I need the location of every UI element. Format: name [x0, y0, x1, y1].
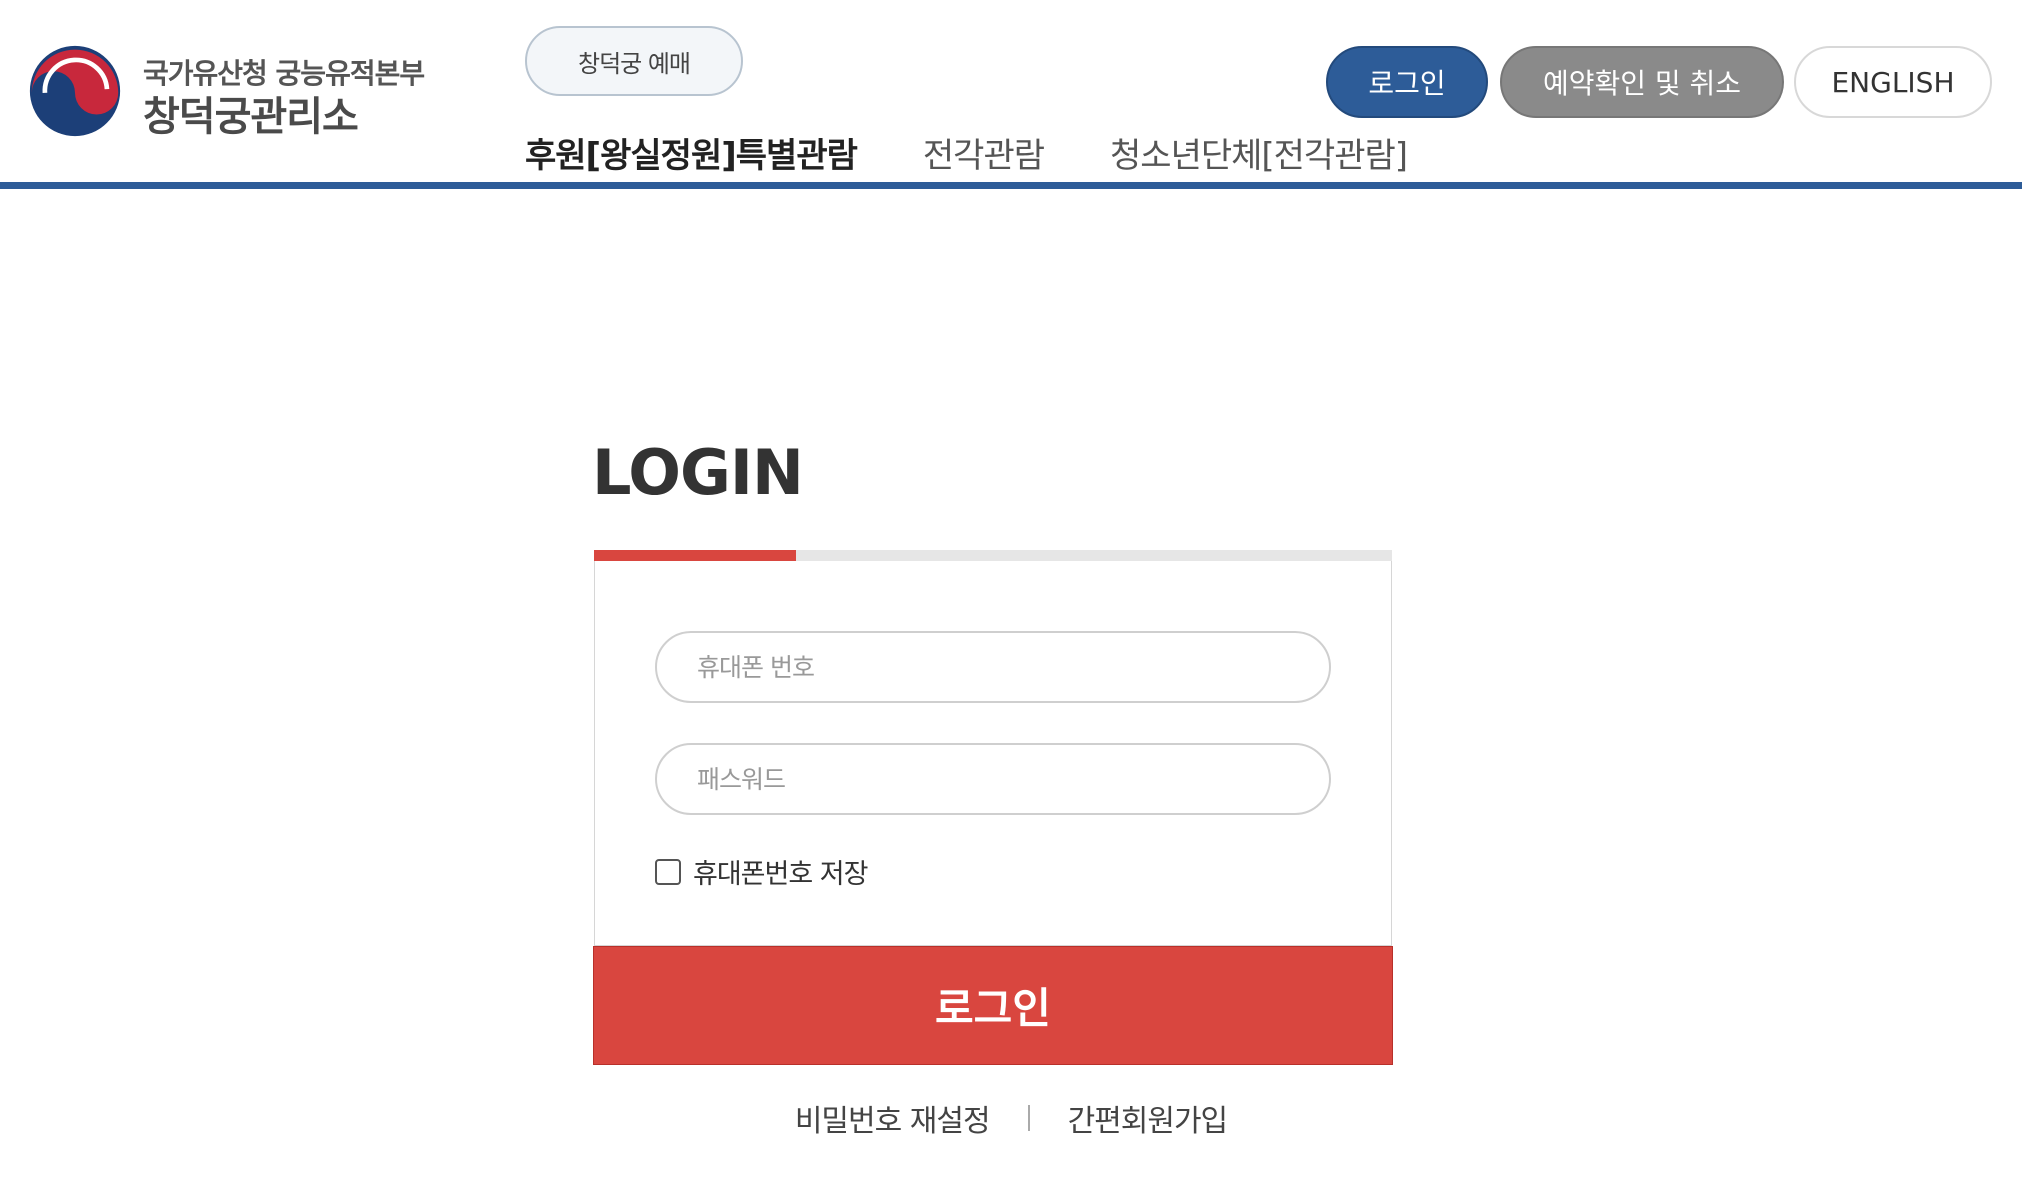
site-header: 국가유산청 궁능유적본부 창덕궁관리소 창덕궁 예매 로그인 예약확인 및 취소… [0, 0, 2022, 190]
phone-number-input[interactable] [655, 631, 1331, 703]
simple-signup-link[interactable]: 간편회원가입 [1068, 1096, 1229, 1140]
nav-item-secret-garden-tour[interactable]: 후원[왕실정원]특별관람 [525, 128, 858, 178]
changdeokgung-booking-button[interactable]: 창덕궁 예매 [525, 26, 743, 96]
header-divider [0, 182, 2022, 189]
reset-password-link[interactable]: 비밀번호 재설정 [795, 1096, 991, 1140]
org-name-line2: 창덕궁관리소 [143, 94, 359, 140]
remember-phone-label: 휴대폰번호 저장 [693, 859, 868, 890]
reservation-check-cancel-button[interactable]: 예약확인 및 취소 [1500, 46, 1784, 118]
login-title: LOGIN [592, 436, 804, 509]
main-nav: 후원[왕실정원]특별관람 전각관람 청소년단체[전각관람] [525, 128, 1473, 178]
site-logo[interactable]: 국가유산청 궁능유적본부 창덕궁관리소 [28, 44, 448, 144]
password-input[interactable] [655, 743, 1331, 815]
nav-item-youth-group-tour[interactable]: 청소년단체[전각관람] [1110, 128, 1408, 178]
checkbox-icon[interactable] [655, 858, 681, 885]
login-help-links: 비밀번호 재설정 간편회원가입 [0, 1096, 2022, 1140]
header-login-button[interactable]: 로그인 [1326, 46, 1488, 118]
login-tab-active-indicator [594, 550, 796, 561]
login-submit-button[interactable]: 로그인 [593, 946, 1393, 1065]
government-emblem-icon [29, 45, 121, 137]
nav-item-palace-buildings-tour[interactable]: 전각관람 [923, 128, 1045, 178]
remember-phone-option[interactable]: 휴대폰번호 저장 [655, 852, 868, 891]
link-separator [1027, 1105, 1030, 1131]
english-language-button[interactable]: ENGLISH [1794, 46, 1992, 118]
